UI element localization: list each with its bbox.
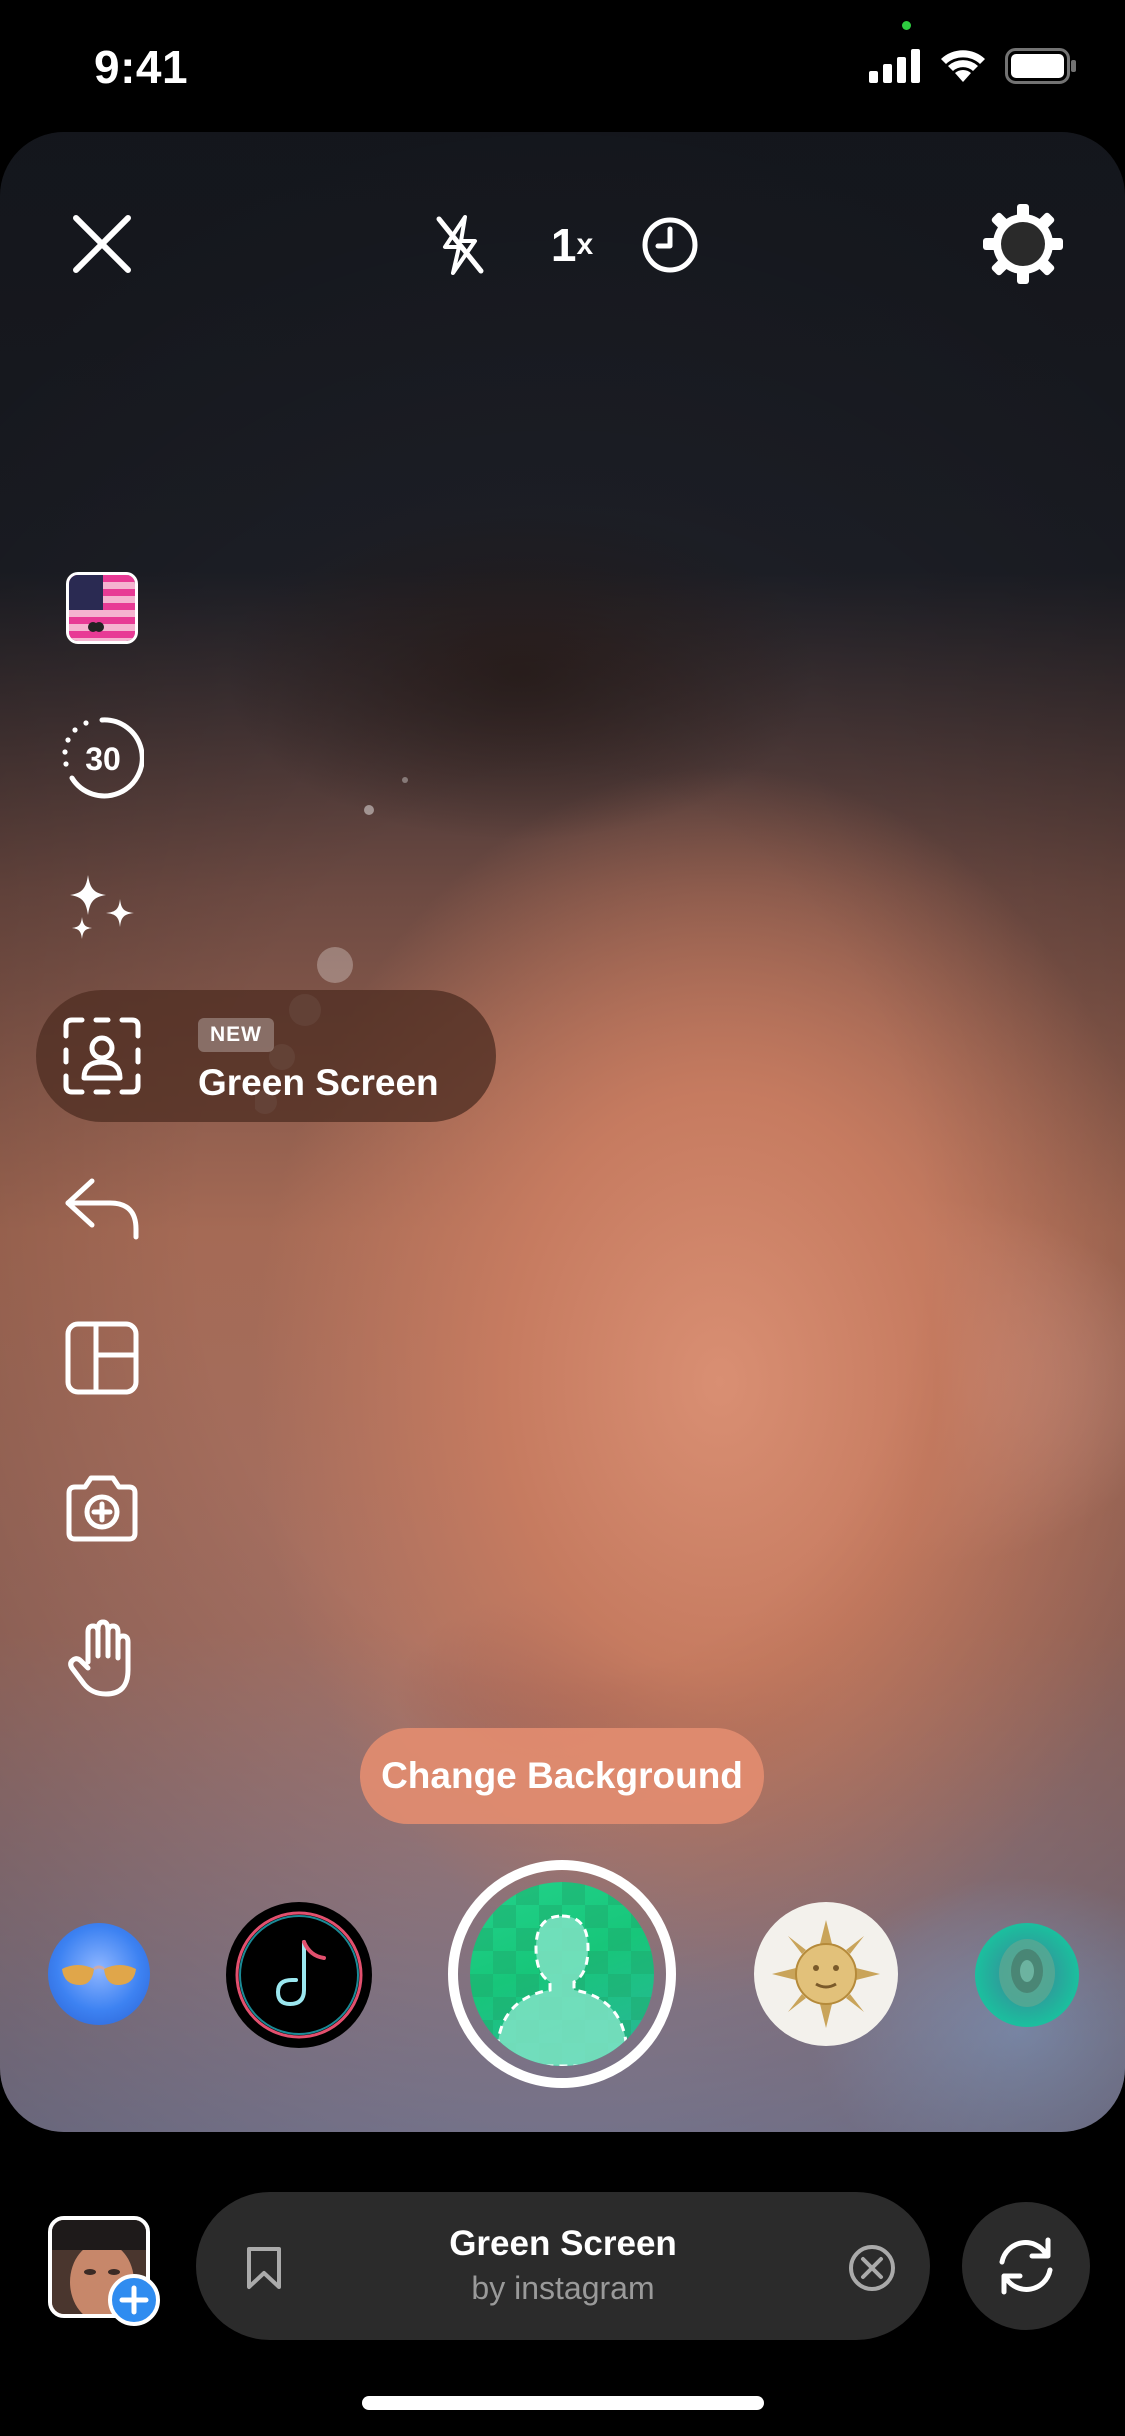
clock-icon <box>642 217 698 273</box>
clear-effect-button[interactable] <box>842 2238 902 2298</box>
sun-face-icon <box>772 1920 880 2028</box>
undo-arrow-icon <box>65 1178 139 1240</box>
camera-plus-icon <box>66 1475 138 1542</box>
green-screen-effect <box>470 1882 654 2066</box>
duration-label: 30 <box>85 741 121 777</box>
close-icon <box>73 215 131 273</box>
wifi-icon <box>939 48 987 89</box>
aviator-effect[interactable] <box>48 1923 150 2025</box>
status-icons <box>869 48 1077 89</box>
sunglasses-icon <box>62 1965 136 1985</box>
dual-camera-button[interactable] <box>58 1464 146 1552</box>
person-frame-icon <box>63 1017 141 1095</box>
close-circle-icon <box>849 2245 895 2291</box>
hand-icon <box>68 1619 131 1697</box>
duration-button[interactable]: 30 <box>58 714 146 802</box>
music-effect[interactable] <box>226 1902 372 2048</box>
music-note-icon <box>235 1911 363 2039</box>
flash-button[interactable] <box>420 200 500 290</box>
settings-button[interactable] <box>978 194 1068 294</box>
zoom-button[interactable]: 1x <box>532 200 612 290</box>
effect-title: Green Screen <box>449 2224 677 2263</box>
aura-effect[interactable] <box>975 1923 1079 2027</box>
add-button[interactable] <box>108 2274 160 2326</box>
effects-button[interactable] <box>58 865 146 953</box>
close-button[interactable] <box>62 204 142 284</box>
green-screen-tool[interactable]: NEW Green Screen <box>36 990 496 1122</box>
camera-flip-icon <box>999 2237 1053 2295</box>
status-bar: 9:41 <box>0 0 1125 130</box>
effect-info-panel: Green Screen by instagram <box>196 2192 930 2340</box>
battery-icon <box>1005 48 1077 89</box>
flag-icon <box>66 572 138 644</box>
camera-indicator <box>902 21 911 30</box>
sun-effect[interactable] <box>754 1902 898 2046</box>
sparkles-icon <box>70 875 134 939</box>
zoom-suffix: x <box>576 228 594 261</box>
layout-grid-icon <box>65 1321 139 1395</box>
capture-button[interactable] <box>448 1860 676 2088</box>
green-screen-label: Green Screen <box>198 1062 439 1103</box>
gear-icon <box>983 204 1063 284</box>
layout-button[interactable] <box>58 1314 146 1402</box>
viewport-vignette <box>0 132 1125 2132</box>
camera-viewport[interactable]: 1x 30 NEW Green Screen Change Background <box>0 132 1125 2132</box>
change-background-button[interactable]: Change Background <box>360 1728 764 1824</box>
person-silhouette-icon <box>470 1882 654 2066</box>
home-indicator[interactable] <box>362 2396 764 2410</box>
new-badge: NEW <box>198 1018 274 1052</box>
timer-button[interactable] <box>630 200 710 290</box>
cellular-signal-icon <box>869 49 921 88</box>
flip-camera-button[interactable] <box>962 2202 1090 2330</box>
timer-30-icon: 30 <box>62 717 144 799</box>
plus-icon <box>119 2285 149 2315</box>
flash-off-icon <box>436 215 484 275</box>
hands-free-button[interactable] <box>58 1614 146 1702</box>
zoom-value: 1 <box>550 219 577 271</box>
undo-button[interactable] <box>58 1164 146 1252</box>
sticker-filter-button[interactable] <box>58 564 146 652</box>
status-time: 9:41 <box>94 41 189 93</box>
effect-author: by instagram <box>471 2270 655 2306</box>
aura-icon <box>999 1939 1055 2007</box>
